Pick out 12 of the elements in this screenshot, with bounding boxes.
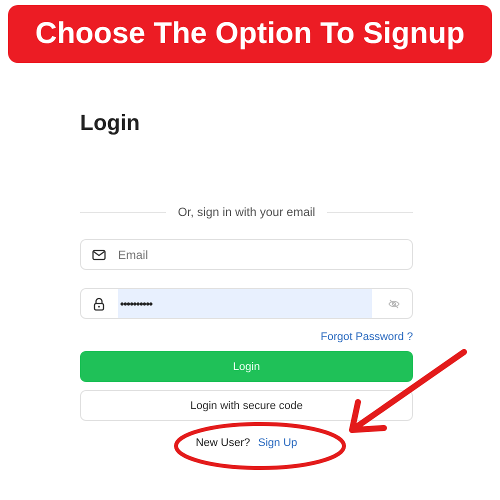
hidden-eye-icon[interactable]	[388, 298, 400, 310]
password-field[interactable]: ••••••••••	[80, 288, 413, 319]
secure-code-button[interactable]: Login with secure code	[80, 390, 413, 421]
sign-up-link[interactable]: Sign Up	[258, 437, 298, 449]
forgot-password-link[interactable]: Forgot Password ?	[80, 331, 413, 343]
login-heading: Login	[80, 110, 141, 136]
mail-icon	[92, 248, 106, 262]
email-field[interactable]: Email	[80, 239, 413, 270]
divider-text: Or, sign in with your email	[178, 205, 316, 219]
signup-prompt: New User?	[196, 437, 250, 449]
lock-icon	[92, 296, 106, 310]
title-banner: Choose The Option To Signup	[8, 5, 492, 63]
